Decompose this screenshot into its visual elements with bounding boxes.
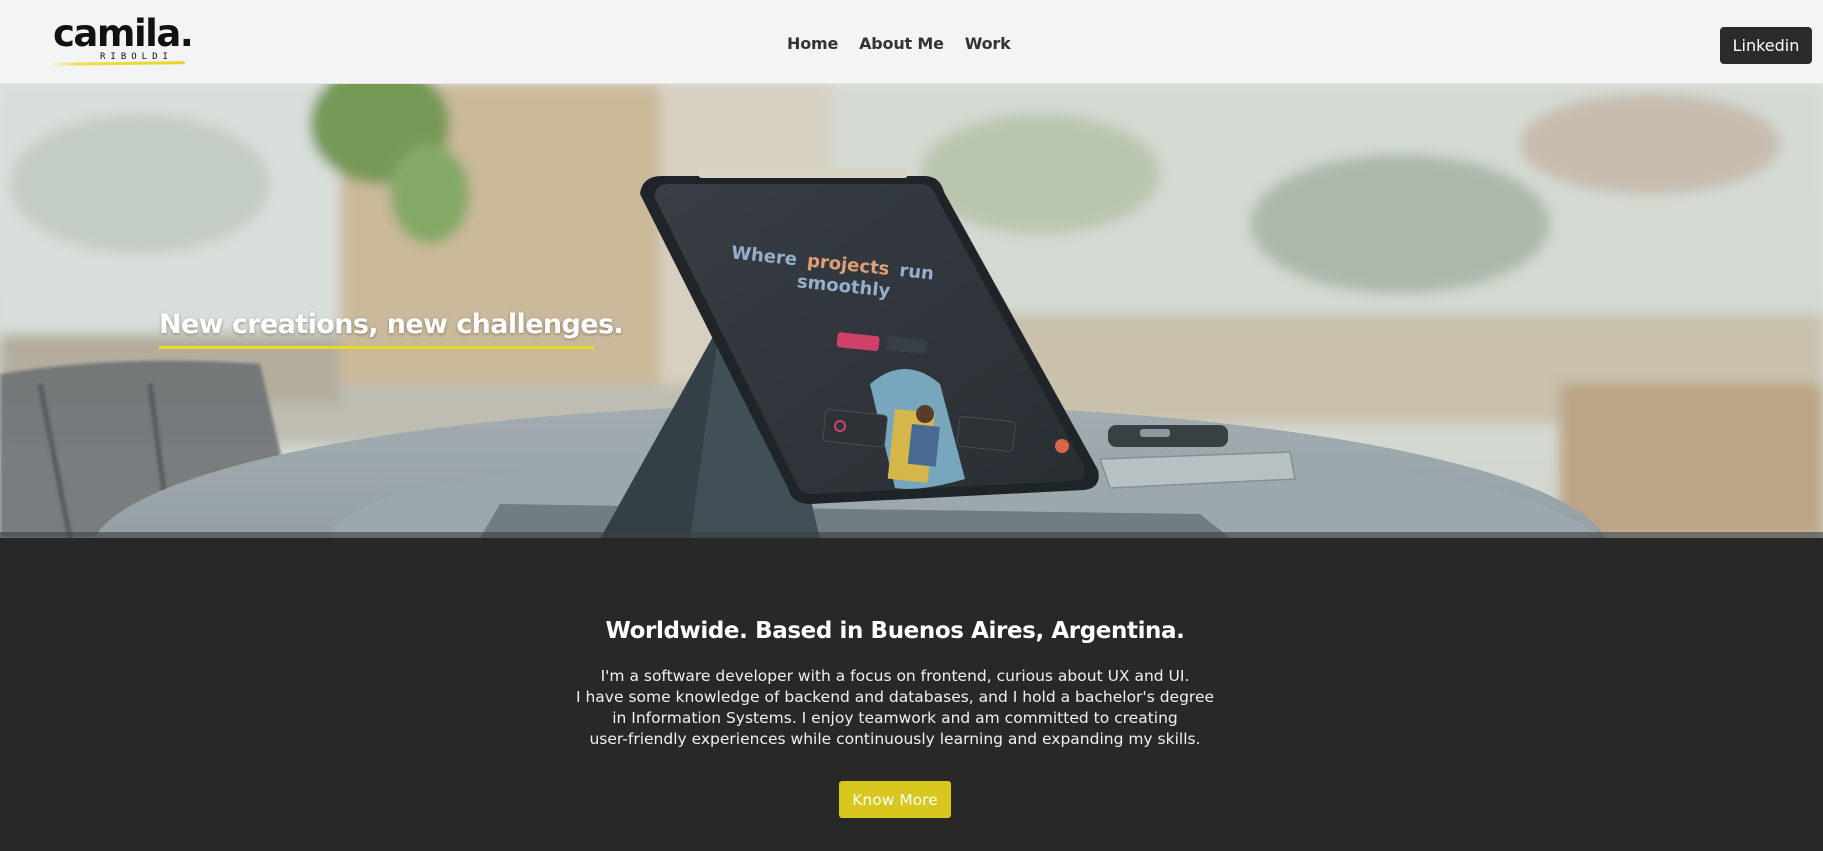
site-header: camila. RIBOLDI Home About Me Work Linke… <box>0 0 1823 84</box>
hero-headline-underline <box>159 346 594 349</box>
linkedin-button[interactable]: Linkedin <box>1720 27 1812 64</box>
logo-underline <box>49 61 186 66</box>
nav-home[interactable]: Home <box>787 33 838 55</box>
hero-headline: New creations, new challenges. <box>159 309 624 340</box>
about-line: user-friendly experiences while continuo… <box>589 730 1201 748</box>
about-line: I have some knowledge of backend and dat… <box>575 688 1215 706</box>
logo-wordmark: camila. <box>53 12 194 55</box>
about-line: I'm a software developer with a focus on… <box>600 667 1190 685</box>
about-description: I'm a software developer with a focus on… <box>0 666 1790 750</box>
know-more-button[interactable]: Know More <box>839 781 951 818</box>
about-title: Worldwide. Based in Buenos Aires, Argent… <box>605 618 1185 644</box>
hero-banner: Where projects run smoothly New creation… <box>0 84 1823 538</box>
nav-work[interactable]: Work <box>965 33 1011 55</box>
site-logo[interactable]: camila. RIBOLDI <box>49 12 194 68</box>
main-nav: Home About Me Work <box>787 33 1011 55</box>
about-line: in Information Systems. I enjoy teamwork… <box>612 709 1178 727</box>
nav-about-me[interactable]: About Me <box>859 33 944 55</box>
about-section: Worldwide. Based in Buenos Aires, Argent… <box>0 538 1823 851</box>
